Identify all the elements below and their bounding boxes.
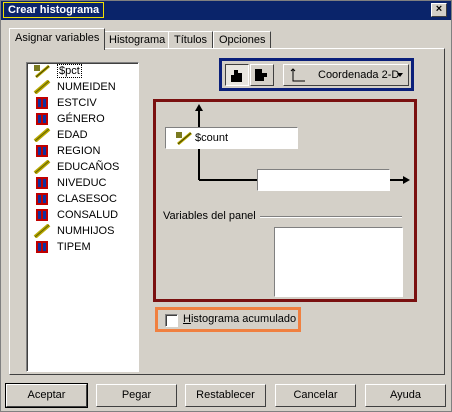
variable-name: ESTCIV [57,97,97,109]
variable-name: NIVEDUC [57,177,107,189]
nominal-icon [36,209,48,221]
coordinate-label: Coordenada 2-D [318,69,400,81]
create-histogram-dialog: Crear histograma × Asignar variables His… [0,0,452,412]
variable-name: REGION [57,145,101,157]
window-title: Crear histograma [3,2,105,18]
panel-variables-field[interactable] [274,227,403,297]
scale-icon [176,131,192,145]
variable-name: CLASESOC [57,193,117,205]
axes-icon [290,68,305,82]
ruler-icon [33,160,51,174]
tab-options[interactable]: Opciones [213,31,272,49]
accept-button[interactable]: Aceptar [5,383,88,408]
cumulative-option: Histograma acumulado [155,307,301,332]
variable-list-item[interactable]: CONSALUD [27,207,138,223]
axes-assignment-area: $count Variables del panel [153,99,417,302]
y-axis-value: $count [195,132,229,144]
help-label: Ayuda [390,389,421,401]
variable-list-item[interactable]: EDUCAÑOS [27,159,138,175]
help-button[interactable]: Ayuda [365,384,446,407]
chart-type-toolbar: Coordenada 2-D [219,58,414,91]
reset-button[interactable]: Restablecer [185,384,266,407]
panel-variables-label: Variables del panel [163,210,260,222]
variable-list-item[interactable]: NUMEIDEN [27,79,138,95]
variable-name: EDAD [57,129,88,141]
tab-label: Histograma [109,34,166,46]
variable-name: EDUCAÑOS [57,161,120,173]
variable-list-item[interactable]: ESTCIV [27,95,138,111]
accept-label: Aceptar [27,389,66,401]
ruler-icon [33,80,51,94]
title-bar: Crear histograma × [1,1,451,20]
nominal-icon [36,241,48,253]
tab-label: Opciones [219,34,266,46]
cancel-button[interactable]: Cancelar [275,384,356,407]
variable-list[interactable]: $pct NUMEIDEN ESTCIV GÉNERO EDAD REGION EDUCAÑ… [26,62,139,372]
cancel-label: Cancelar [293,389,338,401]
ruler-icon [33,224,51,238]
variable-list-item[interactable]: NIVEDUC [27,175,138,191]
variable-name: TIPEM [57,241,91,253]
reset-label: Restablecer [196,389,255,401]
variable-list-item[interactable]: CLASESOC [27,191,138,207]
variable-name: $pct [57,64,82,78]
cumulative-checkbox[interactable] [165,314,178,327]
variable-list-item[interactable]: $pct [27,63,138,79]
horizontal-bars-button[interactable] [250,64,274,86]
variable-list-item[interactable]: GÉNERO [27,111,138,127]
tab-titles[interactable]: Títulos [168,31,214,49]
variable-name: NUMEIDEN [57,81,116,93]
variable-list-item[interactable]: REGION [27,143,138,159]
horizontal-bars-icon [255,69,267,81]
close-icon: × [435,3,443,15]
nominal-icon [36,177,48,189]
nominal-icon [36,113,48,125]
tab-label: Asignar variables [15,32,100,44]
paste-label: Pegar [121,389,152,401]
variable-list-item[interactable]: NUMHIJOS [27,223,138,239]
variable-name: CONSALUD [57,209,119,221]
tab-histogram[interactable]: Histograma [103,31,172,49]
x-axis-field[interactable] [257,169,390,191]
coordinate-dropdown[interactable]: Coordenada 2-D [283,64,409,86]
vertical-bars-icon [231,70,242,82]
scale-icon [34,64,50,78]
chevron-down-icon [397,73,403,77]
paste-button[interactable]: Pegar [96,384,177,407]
nominal-icon [36,193,48,205]
close-button[interactable]: × [431,3,447,17]
variable-list-item[interactable]: TIPEM [27,239,138,255]
tab-label: Títulos [174,34,208,46]
tab-assign-variables[interactable]: Asignar variables [9,28,106,50]
ruler-icon [33,128,51,142]
variable-name: GÉNERO [57,113,105,125]
variable-name: NUMHIJOS [57,225,115,237]
panel-divider [260,216,402,218]
y-axis-field[interactable]: $count [165,127,298,149]
vertical-bars-button[interactable] [225,64,249,86]
nominal-icon [36,145,48,157]
variable-list-item[interactable]: EDAD [27,127,138,143]
cumulative-label[interactable]: Histograma acumulado [183,313,296,325]
nominal-icon [36,97,48,109]
